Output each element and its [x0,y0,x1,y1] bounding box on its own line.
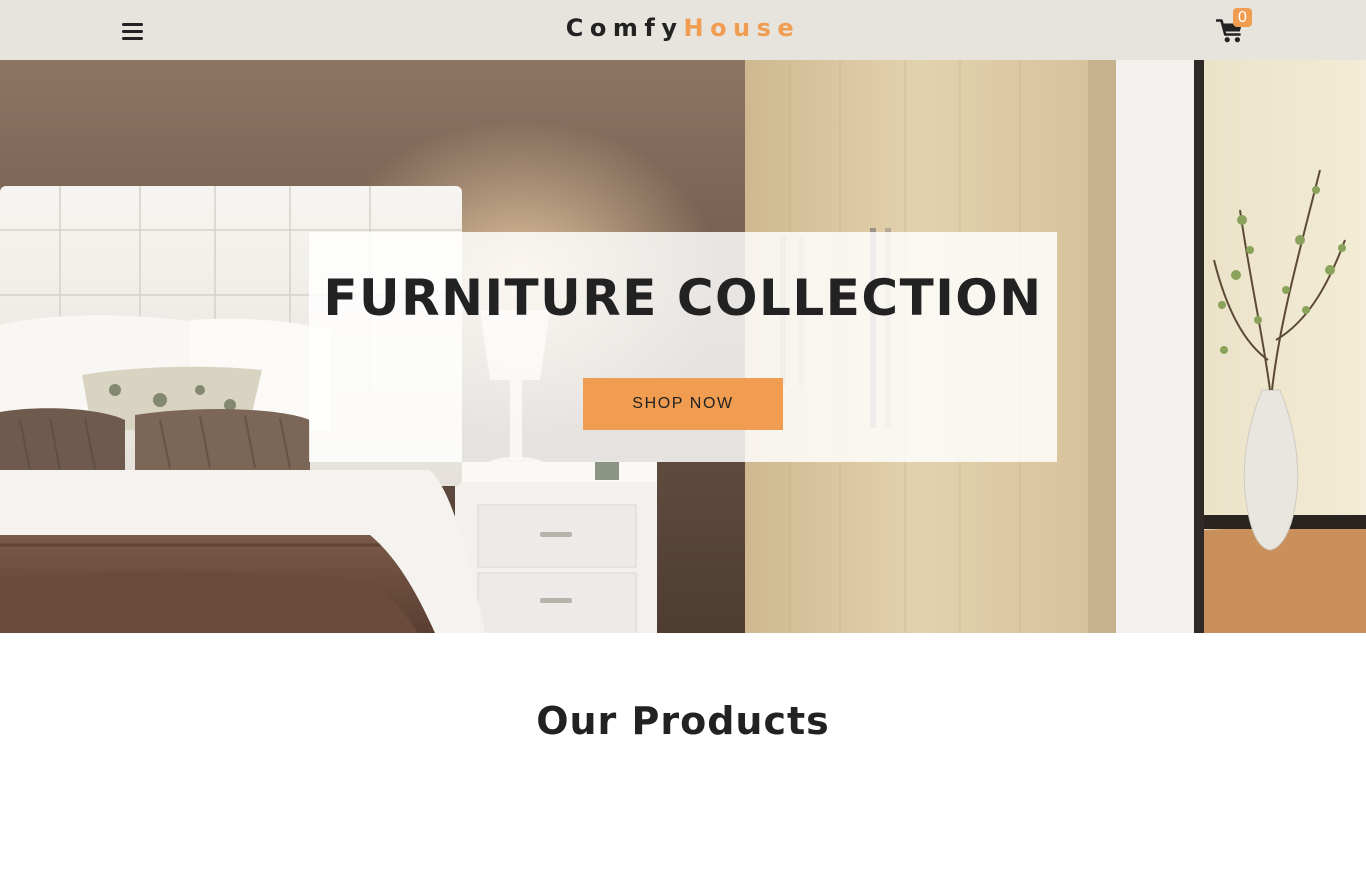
navbar: ComfyHouse 0 [0,0,1366,60]
hero-title: FURNITURE COLLECTION [323,269,1043,327]
hero-banner: FURNITURE COLLECTION SHOP NOW [309,232,1057,462]
products-section: Our Products [0,633,1366,889]
hero-section: FURNITURE COLLECTION SHOP NOW [0,60,1366,633]
logo-text-house: House [683,14,801,42]
logo-text-comfy: Comfy [565,14,684,42]
section-title: Our Products [536,699,830,743]
shop-now-button[interactable]: SHOP NOW [583,378,783,430]
cart-item-count-badge: 0 [1233,8,1252,27]
cart-button[interactable]: 0 [1214,8,1252,46]
logo[interactable]: ComfyHouse [0,13,1366,43]
